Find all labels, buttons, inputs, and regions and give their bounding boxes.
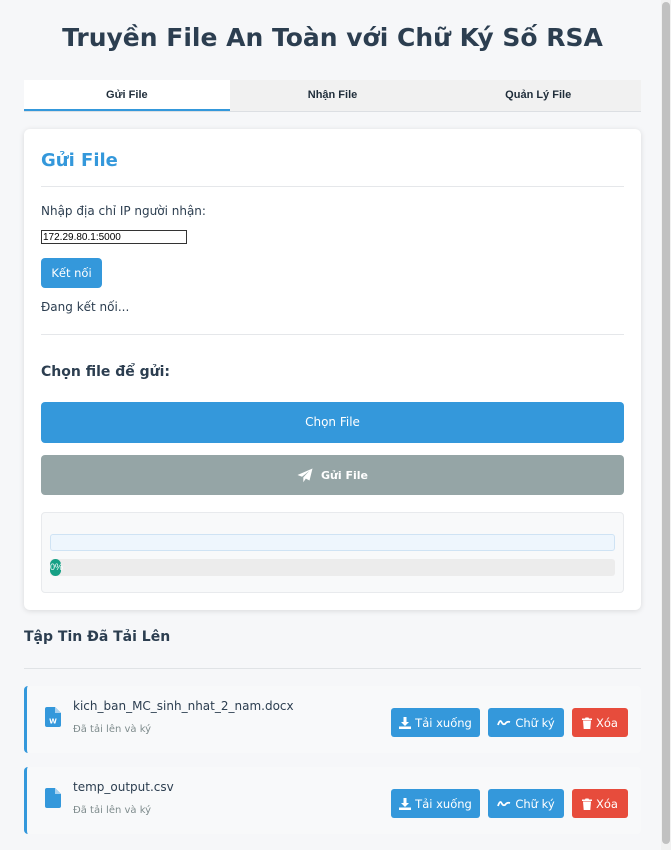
main-container: Truyền File An Toàn với Chữ Ký Số RSA Gử… <box>24 0 641 834</box>
download-icon <box>399 797 412 810</box>
svg-text:W: W <box>49 718 57 726</box>
file-status: Đã tải lên và ký <box>73 724 152 735</box>
file-name: kich_ban_MC_sinh_nhat_2_nam.docx <box>73 699 294 713</box>
signature-label: Chữ ký <box>515 715 555 730</box>
tab-bar: Gửi File Nhận File Quản Lý File <box>24 80 641 112</box>
trash-icon <box>582 798 593 810</box>
scrollbar-thumb[interactable] <box>662 2 670 844</box>
file-actions: Tải xuống Chữ ký Xóa <box>391 708 628 737</box>
choose-file-heading: Chọn file để gửi: <box>41 364 171 380</box>
download-button[interactable]: Tải xuống <box>391 708 480 737</box>
file-icon <box>45 788 61 808</box>
progress-area: 0% <box>41 512 624 593</box>
choose-file-button[interactable]: Chọn File <box>41 402 624 443</box>
divider <box>41 186 624 187</box>
file-item: W kich_ban_MC_sinh_nhat_2_nam.docx Đã tả… <box>24 686 641 753</box>
file-status: Đã tải lên và ký <box>73 805 152 816</box>
delete-button[interactable]: Xóa <box>572 789 628 818</box>
signature-icon <box>497 800 511 806</box>
paper-plane-icon <box>297 468 313 482</box>
delete-label: Xóa <box>596 796 618 811</box>
send-panel: Gửi File Nhập địa chỉ IP người nhận: Kết… <box>24 129 641 610</box>
divider <box>41 334 624 335</box>
tab-manage[interactable]: Quản Lý File <box>435 80 641 111</box>
uploaded-files-heading: Tập Tin Đã Tải Lên <box>24 629 171 645</box>
tab-receive[interactable]: Nhận File <box>230 80 436 111</box>
send-panel-title: Gửi File <box>41 150 118 171</box>
connect-button[interactable]: Kết nối <box>41 258 102 288</box>
download-button[interactable]: Tải xuống <box>391 789 480 818</box>
file-item: temp_output.csv Đã tải lên và ký Tải xuố… <box>24 767 641 834</box>
progress-fill: 0% <box>50 559 64 576</box>
progress-label: 0% <box>50 562 64 572</box>
ip-label: Nhập địa chỉ IP người nhận: <box>41 204 206 218</box>
download-label: Tải xuống <box>415 715 472 730</box>
delete-button[interactable]: Xóa <box>572 708 628 737</box>
trash-icon <box>582 717 593 729</box>
progress-info-box <box>50 534 615 551</box>
tab-send[interactable]: Gửi File <box>24 80 230 111</box>
divider <box>24 668 641 669</box>
signature-icon <box>497 719 511 725</box>
download-label: Tải xuống <box>415 796 472 811</box>
send-file-label: Gửi File <box>321 468 368 482</box>
signature-button[interactable]: Chữ ký <box>488 708 564 737</box>
page-scrollbar[interactable] <box>661 0 671 850</box>
app-title: Truyền File An Toàn với Chữ Ký Số RSA <box>62 23 603 52</box>
word-file-icon: W <box>45 707 61 727</box>
signature-button[interactable]: Chữ ký <box>488 789 564 818</box>
ip-input[interactable] <box>41 230 187 244</box>
file-name: temp_output.csv <box>73 780 174 794</box>
progress-bar: 0% <box>50 559 615 576</box>
connection-status: Đang kết nối... <box>41 300 130 314</box>
file-actions: Tải xuống Chữ ký Xóa <box>391 789 628 818</box>
send-file-button[interactable]: Gửi File <box>41 455 624 495</box>
signature-label: Chữ ký <box>515 796 555 811</box>
delete-label: Xóa <box>596 715 618 730</box>
download-icon <box>399 716 412 729</box>
